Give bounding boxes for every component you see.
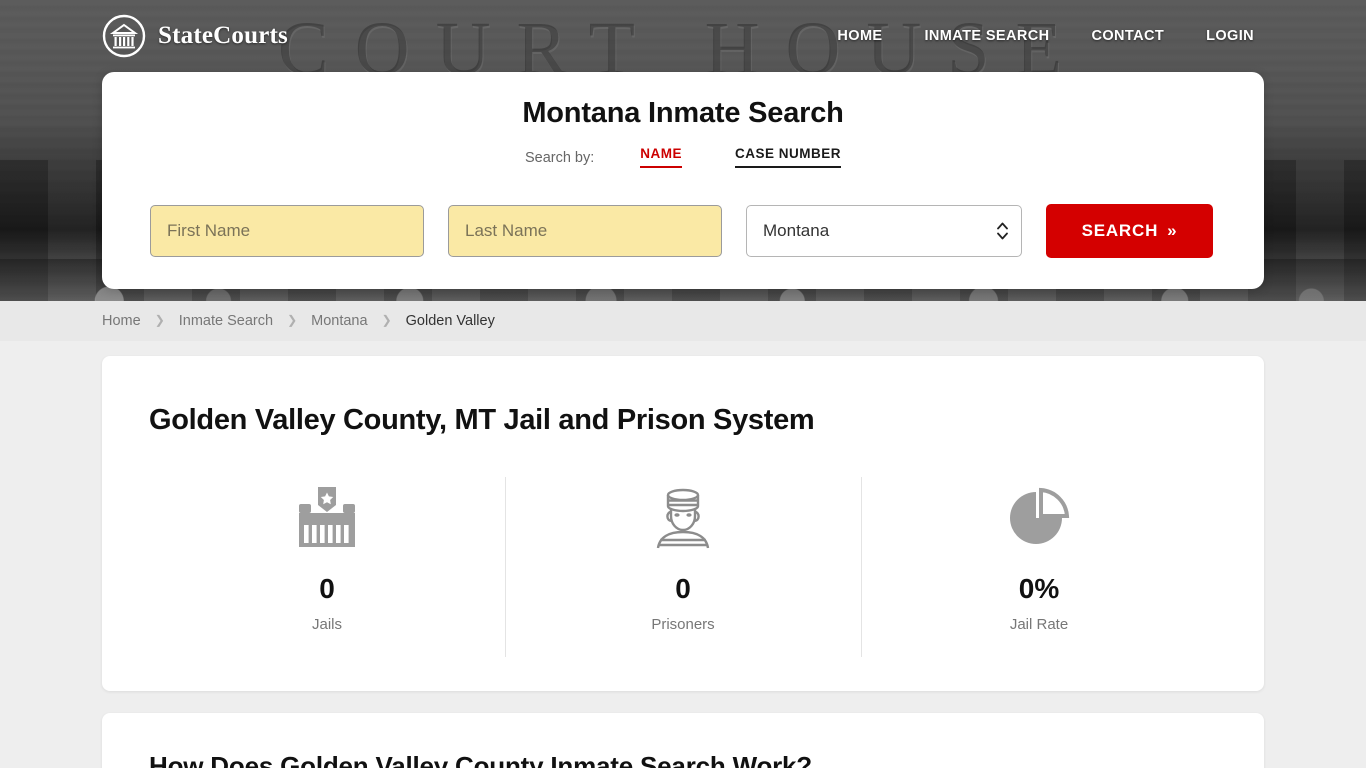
brand-name: StateCourts [158, 22, 288, 49]
chevron-right-icon: ❯ [381, 313, 392, 327]
pie-chart-icon [861, 485, 1217, 551]
main-content: Golden Valley County, MT Jail and Prison… [0, 341, 1366, 768]
stat-jails-value: 0 [319, 573, 335, 604]
courthouse-circle-icon [102, 14, 146, 58]
state-select-value: Montana [763, 221, 830, 240]
search-by-label: Search by: [524, 150, 595, 166]
search-form: Montana SEARCH » [150, 204, 1213, 258]
tab-search-by-name[interactable]: NAME [640, 146, 683, 168]
breadcrumb-item-golden-valley: Golden Valley [405, 313, 495, 329]
top-navigation-bar: StateCourts HOME INMATE SEARCH CONTACT L… [0, 0, 1366, 72]
breadcrumb-item-montana[interactable]: Montana [311, 313, 367, 329]
how-it-works-card: How Does Golden Valley County Inmate Sea… [102, 713, 1264, 768]
main-nav: HOME INMATE SEARCH CONTACT LOGIN [837, 28, 1254, 44]
stat-jails-label: Jails [311, 616, 342, 633]
stat-jail-rate-label: Jail Rate [1009, 616, 1069, 633]
how-it-works-title: How Does Golden Valley County Inmate Sea… [149, 751, 812, 768]
search-button[interactable]: SEARCH » [1046, 204, 1213, 258]
stat-prisoners-label: Prisoners [651, 616, 715, 633]
chevron-updown-icon [997, 222, 1008, 240]
inmate-search-card: Montana Inmate Search Search by: NAME CA… [102, 72, 1264, 289]
county-overview-card: Golden Valley County, MT Jail and Prison… [102, 356, 1264, 691]
stat-prisoners: 0 Prisoners [505, 477, 861, 657]
tab-search-by-case-number[interactable]: CASE NUMBER [735, 146, 842, 168]
county-title: Golden Valley County, MT Jail and Prison… [149, 404, 815, 436]
nav-item-contact[interactable]: CONTACT [1091, 28, 1164, 44]
brand-logo-link[interactable]: StateCourts [102, 14, 288, 58]
search-button-label: SEARCH [1081, 221, 1159, 240]
county-stats: 0 Jails 0 Prisoners 0% Jail Rate [149, 477, 1217, 657]
jail-building-icon [149, 485, 505, 551]
double-chevron-right-icon: » [1167, 221, 1178, 240]
stat-jail-rate: 0% Jail Rate [861, 477, 1217, 657]
breadcrumb-bar: Home ❯ Inmate Search ❯ Montana ❯ Golden … [0, 301, 1366, 341]
breadcrumb: Home ❯ Inmate Search ❯ Montana ❯ Golden … [102, 313, 495, 329]
stat-jails: 0 Jails [149, 480, 505, 633]
nav-item-login[interactable]: LOGIN [1206, 28, 1254, 44]
nav-item-home[interactable]: HOME [837, 28, 882, 44]
stat-jail-rate-value: 0% [1018, 573, 1060, 604]
breadcrumb-item-inmate-search[interactable]: Inmate Search [179, 313, 273, 329]
stat-prisoners-value: 0 [675, 573, 691, 604]
nav-item-inmate-search[interactable]: INMATE SEARCH [925, 28, 1050, 44]
prisoner-icon [505, 485, 861, 551]
hero-section: COURT HOUSE StateCourts HOME INMATE SEAR… [0, 0, 1366, 301]
chevron-right-icon: ❯ [287, 313, 298, 327]
page-title: Montana Inmate Search [522, 97, 844, 129]
first-name-input[interactable] [150, 205, 424, 257]
search-by-row: Search by: NAME CASE NUMBER [102, 146, 1264, 168]
breadcrumb-item-home[interactable]: Home [102, 313, 141, 329]
last-name-input[interactable] [448, 205, 722, 257]
state-select[interactable]: Montana [746, 205, 1022, 257]
chevron-right-icon: ❯ [154, 313, 165, 327]
